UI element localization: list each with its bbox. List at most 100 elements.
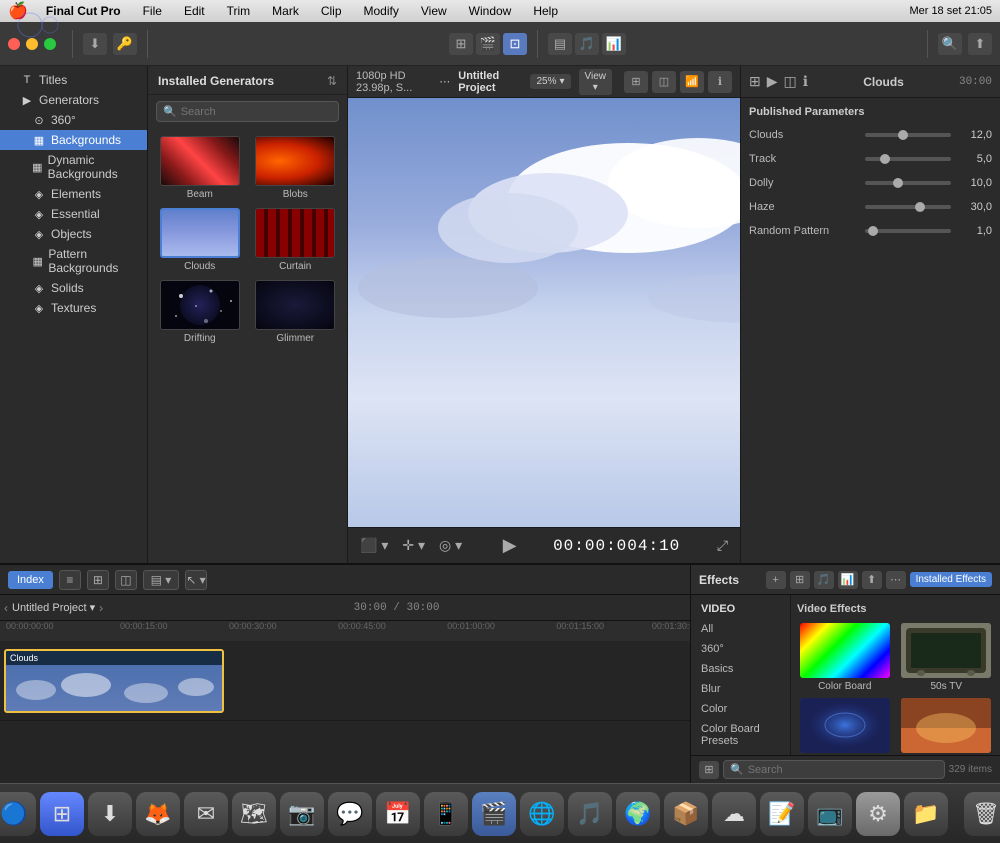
dock-apple-tv[interactable]: 📺 bbox=[808, 792, 852, 836]
dock-iphone-mirroring[interactable]: 📱 bbox=[424, 792, 468, 836]
frame-settings-btn[interactable]: ⬛ ▾ bbox=[356, 535, 392, 556]
eff-import-icon[interactable]: + bbox=[766, 571, 786, 589]
dock-notes[interactable]: 📝 bbox=[760, 792, 804, 836]
menu-trim[interactable]: Trim bbox=[223, 2, 255, 20]
eff-item-50s-tv[interactable]: 50s TV bbox=[899, 623, 995, 692]
search-box[interactable]: 🔍 bbox=[156, 101, 339, 122]
audio-icon[interactable]: 🎵 bbox=[575, 33, 599, 55]
dock-finder[interactable]: 🔵 bbox=[0, 792, 36, 836]
menu-edit[interactable]: Edit bbox=[180, 2, 209, 20]
search-toolbar-icon[interactable]: 🔍 bbox=[938, 33, 962, 55]
dock-launchpad[interactable]: ⊞ bbox=[40, 792, 84, 836]
tl-list-icon[interactable]: ≡ bbox=[59, 570, 81, 590]
effects-search-input[interactable] bbox=[748, 764, 938, 776]
track-clip-clouds[interactable]: Clouds bbox=[4, 649, 224, 713]
dock-final-cut-pro[interactable]: 🎬 bbox=[472, 792, 516, 836]
menu-help[interactable]: Help bbox=[529, 2, 562, 20]
inspector-tab-icon-3[interactable]: ◫ bbox=[784, 73, 797, 90]
eff-item-color-board[interactable]: Color Board bbox=[797, 623, 893, 692]
dock-music[interactable]: 🎵 bbox=[568, 792, 612, 836]
installed-effects-tab[interactable]: Installed Effects bbox=[910, 572, 992, 587]
dock-settings[interactable]: ⚙ bbox=[856, 792, 900, 836]
scope-icon[interactable]: ◫ bbox=[652, 71, 676, 93]
play-btn[interactable]: ▶ bbox=[499, 533, 521, 558]
menu-clip[interactable]: Clip bbox=[317, 2, 346, 20]
eff-audio-icon[interactable]: 🎵 bbox=[814, 571, 834, 589]
thumb-drifting[interactable]: Drifting bbox=[156, 280, 244, 344]
eff-share-icon[interactable]: ⬆ bbox=[862, 571, 882, 589]
media-icon[interactable]: 🎬 bbox=[476, 33, 500, 55]
menu-mark[interactable]: Mark bbox=[268, 2, 303, 20]
dock-icloud[interactable]: ☁ bbox=[712, 792, 756, 836]
transform-btn[interactable]: ✛ ▾ bbox=[398, 535, 429, 556]
eff-item-360-bloom[interactable]: 360° Bloom bbox=[899, 698, 995, 755]
dock-appstore[interactable]: 📦 bbox=[664, 792, 708, 836]
track-param-slider[interactable] bbox=[865, 157, 951, 161]
eff-more-icon[interactable]: ⋯ bbox=[886, 571, 906, 589]
menu-view[interactable]: View bbox=[417, 2, 451, 20]
tl-fwd-btn[interactable]: › bbox=[99, 601, 103, 615]
sidebar-item-objects[interactable]: ◈ Objects bbox=[0, 224, 147, 244]
dock-files[interactable]: 📁 bbox=[904, 792, 948, 836]
compare-icon[interactable]: ⊞ bbox=[624, 71, 648, 93]
dock-calendar[interactable]: 📅 bbox=[376, 792, 420, 836]
view-btn[interactable]: View ▾ bbox=[579, 69, 613, 95]
tl-col-icon[interactable]: ◫ bbox=[115, 570, 137, 590]
index-btn[interactable]: Index bbox=[8, 571, 53, 589]
dock-trash[interactable]: 🗑 bbox=[964, 792, 1000, 836]
eff-cat-blur[interactable]: Blur bbox=[691, 679, 790, 699]
inspector-tab-icon-1[interactable]: ⊞ bbox=[749, 73, 761, 90]
clouds-param-slider[interactable] bbox=[865, 133, 951, 137]
eff-cat-basics[interactable]: Basics bbox=[691, 659, 790, 679]
meter-icon[interactable]: 📊 bbox=[602, 33, 626, 55]
random-pattern-thumb[interactable] bbox=[868, 226, 878, 236]
sidebar-item-solids[interactable]: ◈ Solids bbox=[0, 278, 147, 298]
dock-podcasts[interactable]: 🌍 bbox=[616, 792, 660, 836]
tl-size-icon[interactable]: ▤ ▾ bbox=[143, 570, 179, 590]
dolly-param-slider[interactable] bbox=[865, 181, 951, 185]
inspector-tab-icon-4[interactable]: ℹ bbox=[803, 73, 808, 90]
eff-meter-icon[interactable]: 📊 bbox=[838, 571, 858, 589]
dock-maps[interactable]: 🗺 bbox=[232, 792, 276, 836]
dock-mail[interactable]: ✉ bbox=[184, 792, 228, 836]
eff-grid-icon[interactable]: ⊞ bbox=[790, 571, 810, 589]
menu-file[interactable]: File bbox=[139, 2, 166, 20]
tl-grid-icon[interactable]: ⊞ bbox=[87, 570, 109, 590]
generators-icon[interactable]: ⊡ bbox=[503, 33, 527, 55]
menu-modify[interactable]: Modify bbox=[360, 2, 403, 20]
thumb-blobs[interactable]: Blobs bbox=[252, 136, 340, 200]
sidebar-item-titles[interactable]: T Titles bbox=[0, 70, 147, 90]
sidebar-item-360[interactable]: ⊙ 360° bbox=[0, 110, 147, 130]
dock-firefox[interactable]: 🦊 bbox=[136, 792, 180, 836]
info-icon[interactable]: ℹ bbox=[708, 71, 732, 93]
dock-photos[interactable]: 📷 bbox=[280, 792, 324, 836]
eff-cat-video[interactable]: VIDEO bbox=[691, 599, 790, 619]
timeline-tracks[interactable]: Clouds bbox=[0, 641, 690, 783]
wifi-icon[interactable]: 📶 bbox=[680, 71, 704, 93]
tl-back-btn[interactable]: ‹ bbox=[4, 601, 8, 615]
effects-btn[interactable]: ◎ ▾ bbox=[435, 535, 466, 556]
effects-search-box[interactable]: 🔍 bbox=[723, 760, 945, 779]
eff-cat-360[interactable]: 360° bbox=[691, 639, 790, 659]
search-input[interactable] bbox=[181, 106, 332, 118]
thumb-clouds[interactable]: Clouds bbox=[156, 208, 244, 272]
share-icon[interactable]: ⬆ bbox=[968, 33, 992, 55]
sidebar-item-essential[interactable]: ◈ Essential bbox=[0, 204, 147, 224]
inspector-tab-icon-2[interactable]: ▶ bbox=[767, 73, 778, 90]
thumb-curtain[interactable]: Curtain bbox=[252, 208, 340, 272]
dolly-slider-thumb[interactable] bbox=[893, 178, 903, 188]
tl-pointer-icon[interactable]: ↖ ▾ bbox=[185, 570, 207, 590]
import-icon[interactable]: ⬇ bbox=[83, 33, 107, 55]
sidebar-item-textures[interactable]: ◈ Textures bbox=[0, 298, 147, 318]
menu-window[interactable]: Window bbox=[465, 2, 516, 20]
sort-icon[interactable]: ⇅ bbox=[327, 74, 337, 88]
dock-safari[interactable]: 🌐 bbox=[520, 792, 564, 836]
haze-slider-thumb[interactable] bbox=[915, 202, 925, 212]
key-icon[interactable]: 🔑 bbox=[113, 33, 137, 55]
fullscreen-btn[interactable]: ⤢ bbox=[713, 535, 732, 556]
library-icon[interactable]: ⊞ bbox=[449, 33, 473, 55]
timeline-icon[interactable]: ▤ bbox=[548, 33, 572, 55]
clouds-slider-thumb[interactable] bbox=[898, 130, 908, 140]
sidebar-item-dynamic-backgrounds[interactable]: ▦ Dynamic Backgrounds bbox=[0, 150, 147, 184]
eff-cat-all[interactable]: All bbox=[691, 619, 790, 639]
